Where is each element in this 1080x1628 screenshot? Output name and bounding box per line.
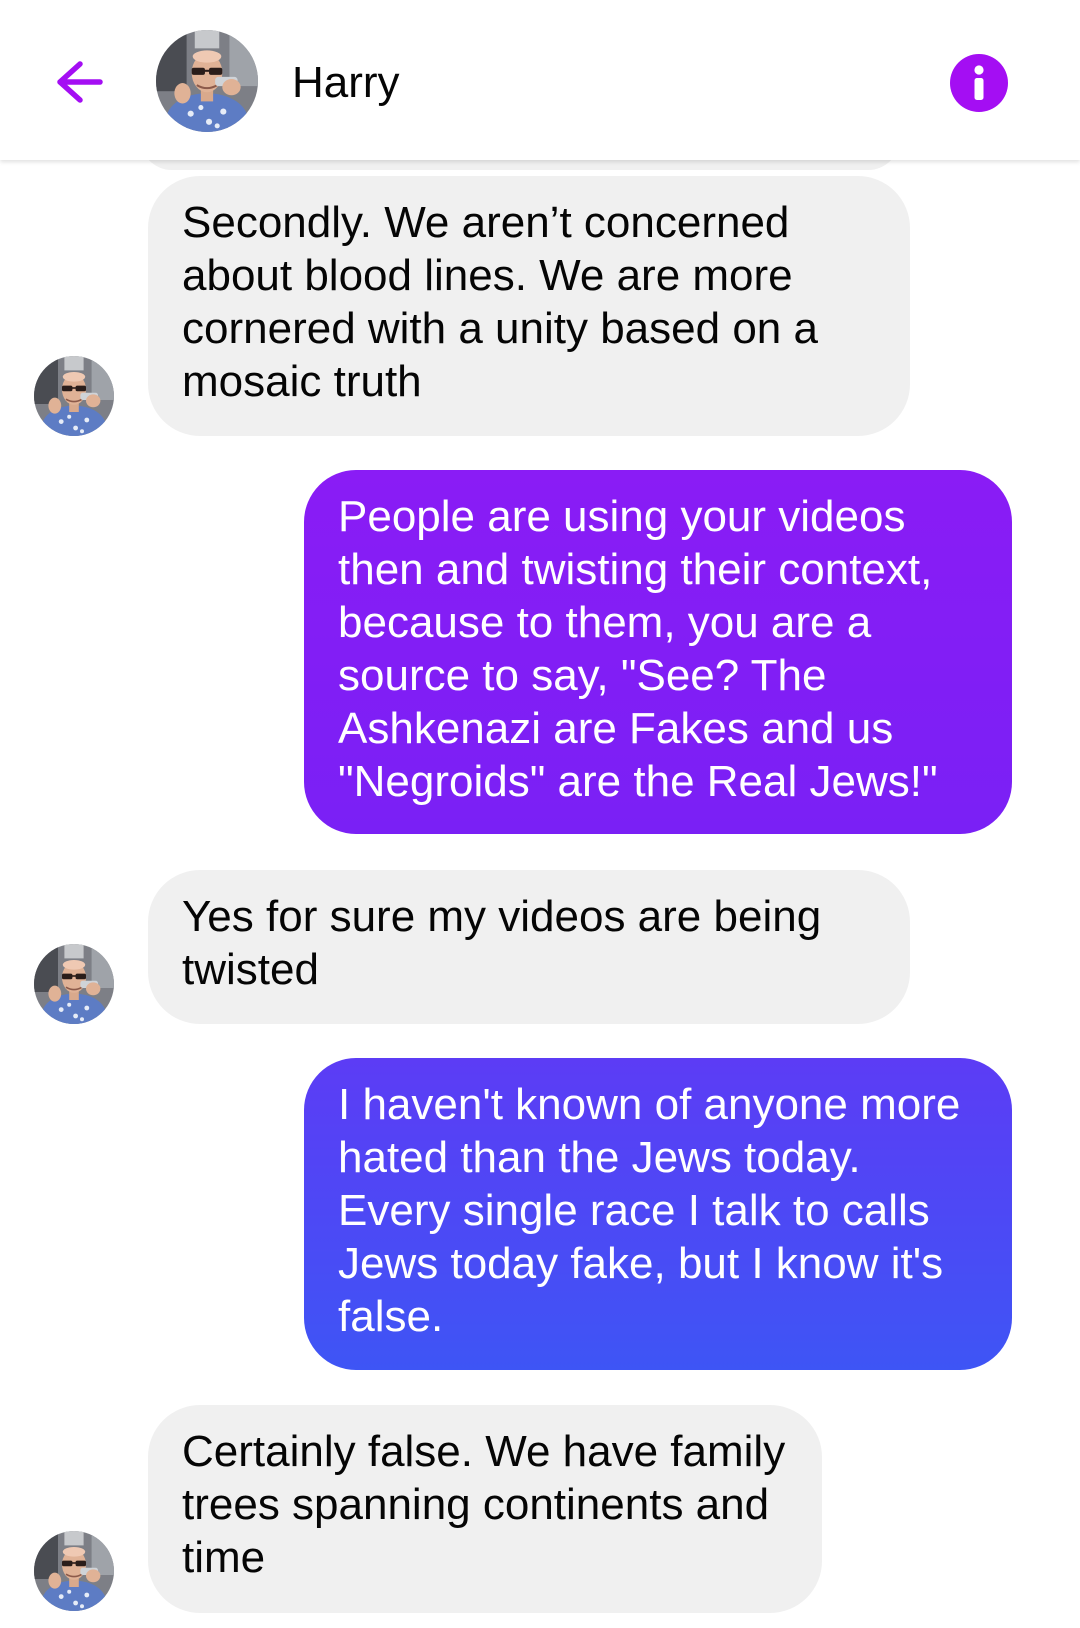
message-text: I haven't known of anyone more hated tha… [338, 1080, 961, 1341]
sender-avatar[interactable] [34, 1531, 114, 1611]
outgoing-message-bubble[interactable]: People are using your videos then and tw… [304, 470, 1012, 834]
conversation-header: Harry [0, 0, 1080, 160]
info-button[interactable] [950, 54, 1008, 112]
message-text: People are using your videos then and tw… [338, 492, 938, 806]
incoming-message-bubble[interactable]: Certainly false. We have family trees sp… [148, 1405, 822, 1613]
incoming-message-bubble[interactable]: Yes for sure my videos are being twisted [148, 870, 910, 1024]
arrow-left-icon [57, 61, 103, 103]
outgoing-message-bubble[interactable]: I haven't known of anyone more hated tha… [304, 1058, 1012, 1370]
sender-avatar[interactable] [34, 356, 114, 436]
sender-avatar[interactable] [34, 944, 114, 1024]
contact-name[interactable]: Harry [292, 55, 400, 111]
info-icon [974, 65, 984, 100]
back-button[interactable] [46, 50, 110, 114]
message-text: Certainly false. We have family trees sp… [182, 1427, 786, 1582]
message-text: Yes for sure my videos are being twisted [182, 892, 822, 994]
incoming-message-bubble[interactable]: Secondly. We aren’t concerned about bloo… [148, 176, 910, 436]
contact-avatar[interactable] [156, 30, 258, 132]
message-text: Secondly. We aren’t concerned about bloo… [182, 198, 818, 406]
